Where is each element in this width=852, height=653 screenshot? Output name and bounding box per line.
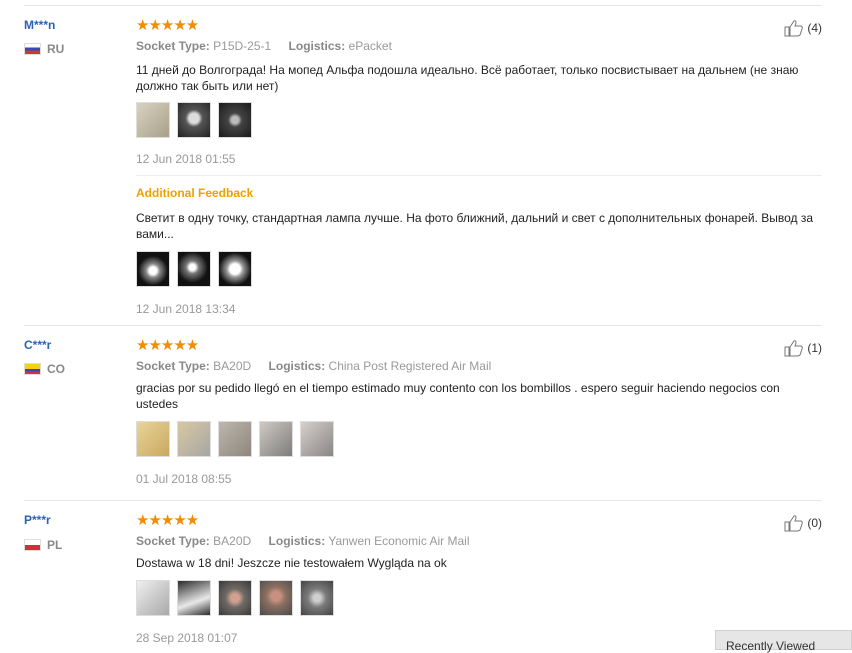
logistics-value: ePacket bbox=[348, 39, 392, 53]
review-photo[interactable] bbox=[300, 421, 334, 457]
reviewer-name[interactable]: M***n bbox=[24, 18, 55, 32]
review-photo[interactable] bbox=[177, 102, 211, 138]
reviewer-country: PL bbox=[24, 538, 62, 552]
review-photo[interactable] bbox=[177, 421, 211, 457]
review-photo[interactable] bbox=[136, 102, 170, 138]
additional-feedback-photos bbox=[136, 251, 252, 287]
review-text: 11 дней до Волгограда! На мопед Альфа по… bbox=[136, 63, 799, 93]
review-text: Dostawa w 18 dni! Jeszcze nie testowałem… bbox=[136, 556, 447, 570]
review-photo[interactable] bbox=[218, 102, 252, 138]
reviewer-name[interactable]: C***r bbox=[24, 338, 51, 352]
review-date: 12 Jun 2018 01:55 bbox=[136, 152, 236, 166]
country-code: PL bbox=[47, 538, 63, 552]
flag-co-icon bbox=[24, 363, 41, 375]
thumb-up-icon bbox=[784, 20, 804, 37]
socket-type-label: Socket Type: bbox=[136, 359, 210, 373]
helpful-count: (1) bbox=[807, 341, 822, 355]
logistics-value: China Post Registered Air Mail bbox=[328, 359, 492, 373]
reviewer-country: RU bbox=[24, 42, 64, 56]
review-photos bbox=[136, 580, 334, 616]
review-photo[interactable] bbox=[177, 580, 211, 616]
review-photo[interactable] bbox=[300, 580, 334, 616]
review-photos bbox=[136, 421, 334, 457]
helpful-count: (0) bbox=[807, 516, 822, 530]
logistics-value: Yanwen Economic Air Mail bbox=[328, 534, 470, 548]
logistics-label: Logistics: bbox=[268, 359, 326, 373]
additional-feedback-title: Additional Feedback bbox=[136, 186, 254, 200]
review-date: 28 Sep 2018 01:07 bbox=[136, 631, 238, 645]
socket-type-value: BA20D bbox=[213, 359, 252, 373]
review-attributes: Socket Type: P15D-25-1 Logistics: ePacke… bbox=[136, 39, 392, 53]
review-text: gracias por su pedido llegó en el tiempo… bbox=[136, 381, 780, 411]
review-divider bbox=[24, 325, 822, 326]
additional-feedback-text: Светит в одну точку, стандартная лампа л… bbox=[136, 211, 814, 241]
review-photo[interactable] bbox=[259, 580, 293, 616]
socket-type-label: Socket Type: bbox=[136, 39, 210, 53]
review-attributes: Socket Type: BA20D Logistics: Yanwen Eco… bbox=[136, 534, 470, 548]
flag-pl-icon bbox=[24, 539, 41, 551]
feedback-divider bbox=[136, 175, 822, 176]
review-photo[interactable] bbox=[218, 580, 252, 616]
review-attributes: Socket Type: BA20D Logistics: China Post… bbox=[136, 359, 491, 373]
additional-feedback-date: 12 Jun 2018 13:34 bbox=[136, 302, 236, 316]
rating-stars: ★★★★★ bbox=[136, 17, 199, 34]
country-code: RU bbox=[47, 42, 65, 56]
socket-type-value: P15D-25-1 bbox=[213, 39, 272, 53]
review-photo[interactable] bbox=[136, 580, 170, 616]
review-date: 01 Jul 2018 08:55 bbox=[136, 472, 232, 486]
review-photos bbox=[136, 102, 252, 138]
reviewer-name[interactable]: P***r bbox=[24, 513, 51, 527]
reviewer-country: CO bbox=[24, 362, 65, 376]
thumb-up-icon bbox=[784, 340, 804, 357]
review-photo[interactable] bbox=[136, 421, 170, 457]
thumb-up-icon bbox=[784, 515, 804, 532]
review-photo[interactable] bbox=[136, 251, 170, 287]
socket-type-label: Socket Type: bbox=[136, 534, 210, 548]
helpful-button[interactable]: (1) bbox=[784, 339, 822, 357]
recently-viewed-tab[interactable]: Recently Viewed bbox=[715, 630, 852, 653]
review-divider bbox=[24, 500, 822, 501]
helpful-button[interactable]: (4) bbox=[784, 19, 822, 37]
logistics-label: Logistics: bbox=[268, 534, 326, 548]
top-divider bbox=[24, 5, 822, 6]
logistics-label: Logistics: bbox=[288, 39, 346, 53]
socket-type-value: BA20D bbox=[213, 534, 252, 548]
review-photo[interactable] bbox=[218, 251, 252, 287]
review-photo[interactable] bbox=[218, 421, 252, 457]
rating-stars: ★★★★★ bbox=[136, 512, 199, 529]
country-code: CO bbox=[47, 362, 65, 376]
flag-ru-icon bbox=[24, 43, 41, 55]
review-photo[interactable] bbox=[177, 251, 211, 287]
review-photo[interactable] bbox=[259, 421, 293, 457]
rating-stars: ★★★★★ bbox=[136, 337, 199, 354]
helpful-count: (4) bbox=[807, 21, 822, 35]
helpful-button[interactable]: (0) bbox=[784, 514, 822, 532]
